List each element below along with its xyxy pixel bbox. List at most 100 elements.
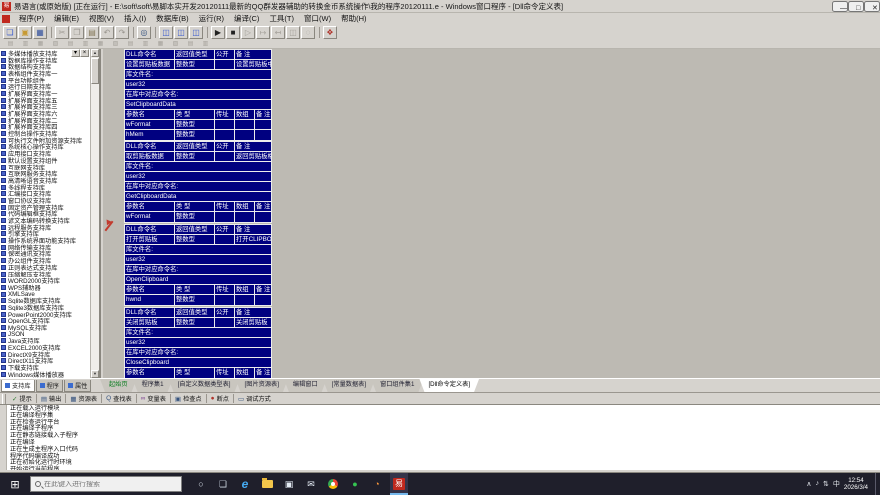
secondary-toolbar-button[interactable]: ▤ [64, 40, 77, 48]
new-button[interactable]: ❏ [3, 26, 17, 39]
menu-item[interactable]: 工具(T) [264, 13, 299, 24]
table-cell[interactable]: 整数型 [175, 152, 215, 161]
secondary-toolbar-button[interactable]: ▤ [4, 40, 17, 48]
chrome-icon[interactable] [324, 473, 342, 495]
library-item[interactable]: 互联网支持库 [0, 164, 90, 171]
cortana-icon[interactable]: ○ [192, 473, 210, 495]
table-cell[interactable]: 关闭剪贴板 [125, 318, 175, 327]
library-item[interactable]: 操作系统界面功能支持库 [0, 237, 90, 244]
library-item[interactable]: 扩展界面支持库五 [0, 97, 90, 104]
undo-button[interactable]: ↶ [100, 26, 114, 39]
library-item[interactable]: 平台功能组件 [0, 77, 90, 84]
table-cell[interactable]: hMem [125, 130, 175, 140]
redo-button[interactable]: ↷ [115, 26, 129, 39]
library-item[interactable]: 扩展界面支持库一 [0, 90, 90, 97]
table-cell[interactable]: 整数型 [175, 212, 215, 222]
table-cell[interactable]: GetClipboardData [125, 192, 271, 201]
output-button[interactable]: ▤输出 [38, 394, 65, 404]
library-item[interactable]: 系统核心操作支持库 [0, 144, 90, 151]
library-item[interactable]: EXCEL2000支持库 [0, 344, 90, 351]
menu-item[interactable]: 插入(I) [119, 13, 151, 24]
library-item[interactable]: Windows媒体播放器 [0, 371, 90, 378]
library-item[interactable]: XMLSave [0, 291, 90, 298]
library-item[interactable]: DirectX11支持库 [0, 358, 90, 365]
store-icon[interactable]: ▣ [280, 473, 298, 495]
sidebar-tab[interactable]: 属性 [64, 380, 91, 392]
table-cell[interactable]: CloseClipboard [125, 358, 271, 367]
library-item[interactable]: Sqlite3数据库支持库 [0, 304, 90, 311]
secondary-toolbar-button[interactable]: ▧ [109, 40, 122, 48]
edge-icon[interactable]: e [236, 473, 254, 495]
table-cell[interactable]: user32 [125, 255, 271, 264]
paste-button[interactable]: ▤ [85, 26, 99, 39]
table-cell[interactable] [215, 152, 235, 161]
library-item[interactable]: 默认设置支持组件 [0, 157, 90, 164]
table-cell[interactable] [215, 235, 235, 244]
document-tab[interactable]: [Dll命令定义表] [419, 379, 479, 392]
breakpoint-button[interactable]: ●断点 [208, 394, 232, 404]
table-cell[interactable] [215, 212, 235, 222]
table-cell[interactable]: SetClipboardData [125, 100, 271, 109]
scroll-up-icon[interactable]: ▲ [91, 49, 99, 57]
secondary-toolbar-button[interactable]: ▥ [199, 40, 212, 48]
secondary-toolbar-button[interactable]: ▦ [154, 40, 167, 48]
library-item[interactable]: 下载支持库 [0, 364, 90, 371]
library-item[interactable]: 高清晰语音支持库 [0, 177, 90, 184]
window-layout-3-button[interactable]: ◫ [189, 26, 203, 39]
library-item[interactable]: JSON [0, 331, 90, 338]
menu-item[interactable]: 运行(R) [194, 13, 229, 24]
network-icon[interactable]: ⇅ [823, 480, 829, 488]
cut-button[interactable]: ✂ [55, 26, 69, 39]
library-item[interactable]: 数据结构支持库 [0, 63, 90, 70]
mail-icon[interactable]: ✉ [302, 473, 320, 495]
document-tab[interactable]: [图片资源表] [236, 379, 288, 392]
find-button[interactable]: ◎ [137, 26, 151, 39]
library-item[interactable]: Java支持库 [0, 338, 90, 345]
library-item[interactable]: OpenGL支持库 [0, 318, 90, 325]
table-cell[interactable] [235, 295, 255, 305]
tip-button[interactable]: ✓提示 [9, 394, 35, 404]
library-item[interactable]: 压缩解压支持库 [0, 271, 90, 278]
library-item[interactable]: Sqlite数据库支持库 [0, 297, 90, 304]
secondary-toolbar-button[interactable]: ▧ [49, 40, 62, 48]
stop-button[interactable]: ■ [226, 26, 240, 39]
run-button[interactable]: ▶ [211, 26, 225, 39]
menu-item[interactable]: 窗口(W) [299, 13, 336, 24]
checkpoint-button[interactable]: ▣检查点 [172, 394, 205, 404]
table-cell[interactable] [255, 295, 271, 305]
minimize-button[interactable]: — [832, 1, 848, 12]
step-out-button[interactable]: ↤ [271, 26, 285, 39]
library-item[interactable]: 多线程支持库 [0, 184, 90, 191]
library-item[interactable]: 扩展界面支持库三 [0, 104, 90, 111]
library-item[interactable]: 网络传输支持库 [0, 244, 90, 251]
library-item[interactable]: 数据库操作支持库 [0, 57, 90, 64]
table-cell[interactable]: 返回剪贴板格式的内容 [235, 152, 271, 161]
table-cell[interactable] [215, 318, 235, 327]
library-item[interactable]: 办公组件支持库 [0, 257, 90, 264]
table-cell[interactable]: 设置剪贴板数据 [125, 60, 175, 69]
table-cell[interactable]: hwnd [125, 295, 175, 305]
document-tab[interactable]: [自定义数据类型表] [169, 379, 240, 392]
table-cell[interactable]: 整数型 [175, 318, 215, 327]
menu-item[interactable]: 编辑(E) [49, 13, 84, 24]
search-table-button[interactable]: Q查找表 [103, 394, 135, 404]
library-item[interactable]: 可执行文件附加资源支持库 [0, 137, 90, 144]
table-cell[interactable]: 整数型 [175, 130, 215, 140]
breakpoint-toggle-button[interactable]: ◌ [301, 26, 315, 39]
save-button[interactable]: ▦ [33, 26, 47, 39]
library-item[interactable]: 正则表达式支持库 [0, 264, 90, 271]
table-cell[interactable]: wFormat [125, 212, 175, 222]
table-cell[interactable]: 整数型 [175, 60, 215, 69]
resource-table-button[interactable]: ▦资源表 [67, 394, 100, 404]
timer-app-icon[interactable]: ◔ [368, 473, 386, 495]
library-item[interactable]: 汇编接口支持库 [0, 190, 90, 197]
clock[interactable]: 12:54 2026/3/4 [844, 477, 868, 491]
library-item[interactable]: WPS辅助器 [0, 284, 90, 291]
menu-item[interactable]: 帮助(H) [336, 13, 371, 24]
table-cell[interactable]: 整数型 [175, 120, 215, 129]
window-layout-1-button[interactable]: ◫ [159, 26, 173, 39]
scrollbar-thumb[interactable] [91, 58, 99, 84]
table-cell[interactable] [215, 120, 235, 129]
library-item[interactable]: 窗口协议支持库 [0, 197, 90, 204]
maximize-button[interactable]: □ [848, 1, 864, 12]
